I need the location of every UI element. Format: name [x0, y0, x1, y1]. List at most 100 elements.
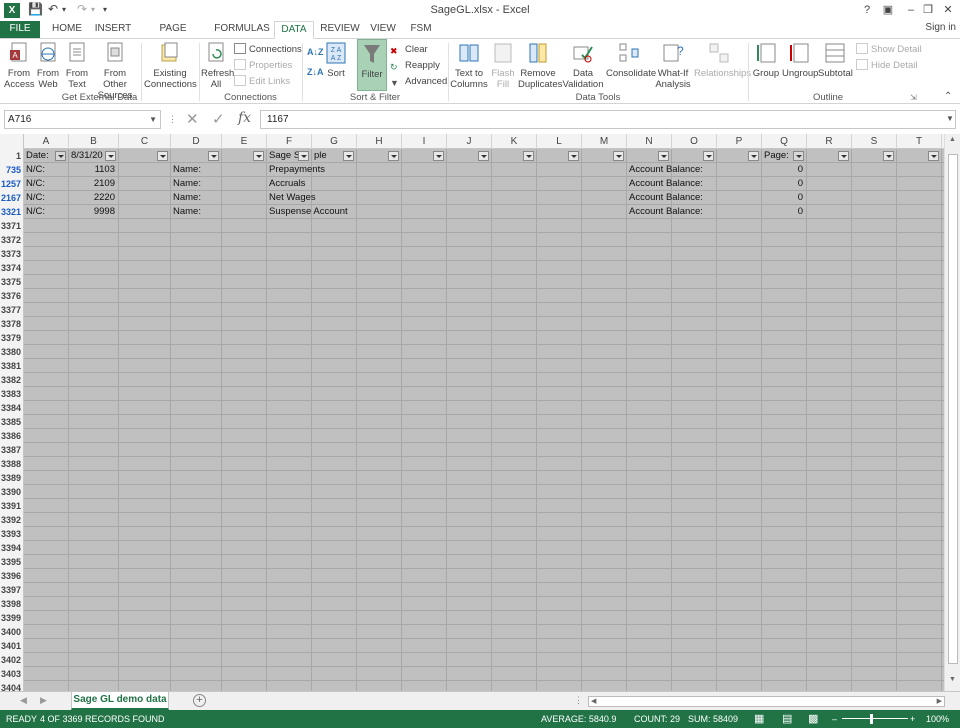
- row-header[interactable]: 3386: [0, 429, 23, 443]
- help-button[interactable]: ?: [859, 2, 875, 18]
- ribbon-display-icon[interactable]: ▣: [880, 2, 896, 18]
- advanced-button[interactable]: ▼ Advanced: [390, 75, 447, 89]
- cell-area[interactable]: Date: 8/31/20 Sage Sa ple Page: N/C: 1103 Name:…: [24, 149, 944, 691]
- row-header[interactable]: 3374: [0, 261, 23, 275]
- column-header-j[interactable]: J: [447, 134, 492, 149]
- name-box-dropdown-icon[interactable]: ▼: [149, 111, 157, 128]
- column-header-a[interactable]: A: [24, 134, 69, 149]
- filter-dropdown-j-icon[interactable]: [478, 151, 489, 161]
- tab-file[interactable]: FILE: [0, 21, 40, 38]
- filter-dropdown-m-icon[interactable]: [613, 151, 624, 161]
- hide-detail-button[interactable]: Hide Detail: [856, 59, 917, 73]
- properties-button[interactable]: Properties: [234, 59, 292, 73]
- row-header[interactable]: 1257: [0, 177, 23, 191]
- filter-dropdown-g-icon[interactable]: [343, 151, 354, 161]
- tab-insert[interactable]: INSERT: [92, 21, 134, 38]
- from-access-button[interactable]: A From Access: [4, 41, 35, 90]
- row-header[interactable]: 1: [0, 149, 23, 163]
- row-header[interactable]: 3401: [0, 639, 23, 653]
- tab-view[interactable]: VIEW: [368, 21, 398, 38]
- existing-connections-button[interactable]: Existing Connections: [144, 41, 197, 90]
- column-header-p[interactable]: P: [717, 134, 762, 149]
- column-header-t[interactable]: T: [897, 134, 942, 149]
- restore-icon[interactable]: ❐: [920, 2, 936, 18]
- cell-g[interactable]: ple: [314, 149, 439, 163]
- row-header[interactable]: 3382: [0, 373, 23, 387]
- filter-dropdown-t-icon[interactable]: [928, 151, 939, 161]
- cell-b[interactable]: 1103: [71, 163, 118, 177]
- column-header-d[interactable]: D: [171, 134, 222, 149]
- cell-q[interactable]: 0: [764, 163, 806, 177]
- edit-links-button[interactable]: Edit Links: [234, 75, 290, 89]
- subtotal-button[interactable]: Subtotal: [818, 41, 853, 79]
- zoom-slider-thumb[interactable]: [870, 714, 873, 724]
- row-header[interactable]: 3387: [0, 443, 23, 457]
- flash-fill-button[interactable]: Flash Fill: [490, 41, 516, 90]
- cell-b[interactable]: 8/31/20: [71, 149, 201, 163]
- tab-fsm[interactable]: FSM: [406, 21, 436, 38]
- filter-dropdown-h-icon[interactable]: [388, 151, 399, 161]
- column-header-h[interactable]: H: [357, 134, 402, 149]
- cell-q[interactable]: 0: [764, 205, 806, 219]
- row-header[interactable]: 3378: [0, 317, 23, 331]
- filter-dropdown-i-icon[interactable]: [433, 151, 444, 161]
- vertical-scroll-thumb[interactable]: [948, 154, 958, 664]
- consolidate-button[interactable]: Consolidate: [606, 41, 656, 79]
- filter-dropdown-k-icon[interactable]: [523, 151, 534, 161]
- clear-button[interactable]: ✖ Clear: [390, 43, 428, 57]
- tab-data[interactable]: DATA: [274, 21, 314, 39]
- filter-button[interactable]: Filter: [357, 39, 387, 91]
- connections-button[interactable]: Connections: [234, 43, 302, 57]
- column-header-i[interactable]: I: [402, 134, 447, 149]
- column-header-l[interactable]: L: [537, 134, 582, 149]
- column-header-c[interactable]: C: [119, 134, 171, 149]
- sheet-tab-sage-gl-demo-data[interactable]: Sage GL demo data: [71, 692, 169, 710]
- tab-split-icon[interactable]: ⋮: [574, 695, 583, 706]
- row-header[interactable]: 3394: [0, 541, 23, 555]
- dialog-launcher-icon[interactable]: ⇲: [910, 93, 917, 102]
- cancel-icon[interactable]: ✕: [186, 110, 199, 128]
- row-header[interactable]: 3377: [0, 303, 23, 317]
- collapse-ribbon-icon[interactable]: ⌃: [944, 91, 952, 102]
- filter-dropdown-p-icon[interactable]: [748, 151, 759, 161]
- row-header[interactable]: 3398: [0, 597, 23, 611]
- vertical-scrollbar[interactable]: ▲ ▼: [944, 134, 960, 691]
- reapply-button[interactable]: ↻ Reapply: [390, 59, 440, 73]
- cell-f[interactable]: Accruals: [269, 177, 394, 191]
- row-header[interactable]: 3389: [0, 471, 23, 485]
- column-header-k[interactable]: K: [492, 134, 537, 149]
- row-header[interactable]: 3373: [0, 247, 23, 261]
- cell-f[interactable]: Prepayments: [269, 163, 394, 177]
- sign-in-link[interactable]: Sign in: [925, 22, 956, 33]
- column-header-e[interactable]: E: [222, 134, 267, 149]
- row-header[interactable]: 3380: [0, 345, 23, 359]
- formula-input[interactable]: 1167: [260, 110, 956, 129]
- row-header[interactable]: 3383: [0, 387, 23, 401]
- cell-q[interactable]: Page:: [764, 149, 889, 163]
- remove-duplicates-button[interactable]: Remove Duplicates: [518, 41, 562, 90]
- text-to-columns-button[interactable]: Text to Columns: [450, 41, 488, 90]
- column-header-s[interactable]: S: [852, 134, 897, 149]
- row-header[interactable]: 3390: [0, 485, 23, 499]
- zoom-out-icon[interactable]: –: [832, 710, 837, 728]
- enter-icon[interactable]: ✓: [212, 110, 225, 128]
- sort-button[interactable]: Z AA Z Sort: [323, 41, 349, 79]
- row-header[interactable]: 3372: [0, 233, 23, 247]
- cell-q[interactable]: 0: [764, 177, 806, 191]
- filter-dropdown-d-icon[interactable]: [208, 151, 219, 161]
- row-header[interactable]: 3402: [0, 653, 23, 667]
- filter-dropdown-b-icon[interactable]: [105, 151, 116, 161]
- cell-n[interactable]: Account Balance:: [629, 191, 754, 205]
- scroll-down-icon[interactable]: ▼: [949, 676, 956, 683]
- filter-dropdown-n-icon[interactable]: [658, 151, 669, 161]
- column-header-g[interactable]: G: [312, 134, 357, 149]
- filter-dropdown-e-icon[interactable]: [253, 151, 264, 161]
- filter-dropdown-c-icon[interactable]: [157, 151, 168, 161]
- refresh-all-button[interactable]: Refresh All: [201, 41, 234, 90]
- row-header[interactable]: 3376: [0, 289, 23, 303]
- sheet-next-icon[interactable]: ▶: [40, 695, 47, 706]
- row-header[interactable]: 3385: [0, 415, 23, 429]
- minimize-icon[interactable]: –: [903, 2, 919, 18]
- cell-b[interactable]: 9998: [71, 205, 118, 219]
- zoom-slider[interactable]: [842, 718, 908, 719]
